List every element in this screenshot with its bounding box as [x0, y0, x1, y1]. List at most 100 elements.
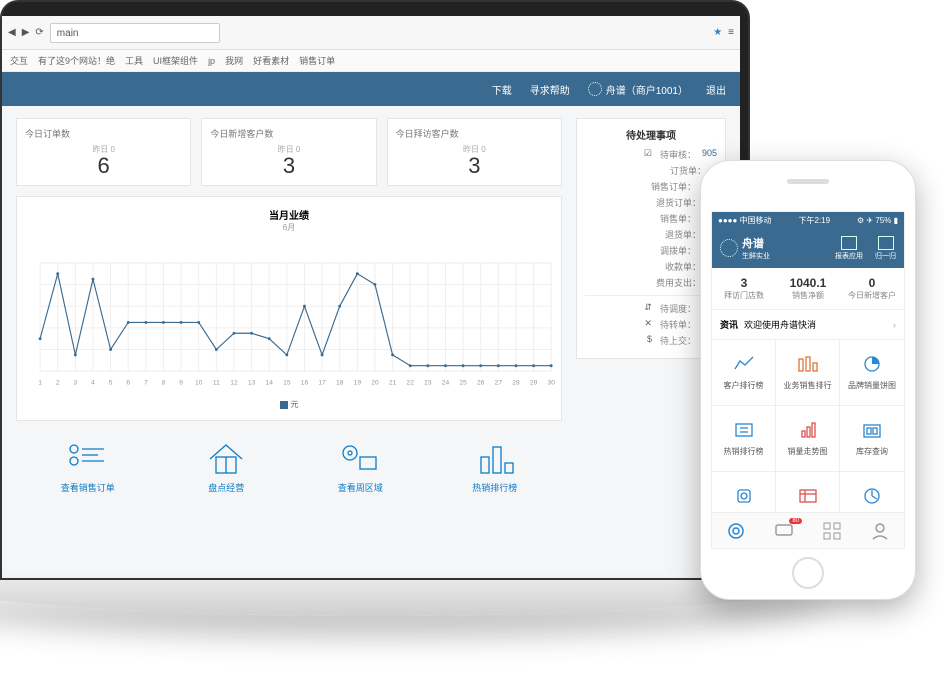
address-bar[interactable]: main [50, 23, 220, 43]
svg-text:5: 5 [109, 379, 113, 386]
bookmark[interactable]: UI框架组件 [153, 54, 198, 67]
svg-text:22: 22 [407, 379, 415, 386]
stat-card-orders: 今日订单数 昨日 0 6 [16, 118, 191, 186]
bookmark[interactable]: 好看素材 [253, 54, 289, 67]
svg-text:1: 1 [38, 379, 42, 386]
chart-title: 当月业绩 [23, 207, 555, 222]
phone-function-grid: 客户排行榜业务销售排行品牌销量饼图热销排行榜销量走势图库存查询商品档案客户档案收… [712, 340, 904, 538]
submit-icon: $ [647, 334, 652, 347]
svg-text:13: 13 [248, 379, 256, 386]
news-tag: 资讯 [720, 318, 738, 331]
svg-text:7: 7 [144, 379, 148, 386]
reload-icon[interactable]: ⟳ [35, 27, 43, 38]
bookmark[interactable]: 工具 [125, 54, 143, 67]
svg-text:8: 8 [162, 379, 166, 386]
grid-icon [861, 420, 883, 440]
stat-card-new-customers: 今日新增客户数 昨日 0 3 [201, 118, 376, 186]
phone-grid-客户排行榜[interactable]: 客户排行榜 [712, 340, 776, 406]
list-icon [68, 443, 108, 475]
grid-icon [797, 486, 819, 506]
transfer-icon: ✕ [644, 318, 652, 331]
menu-icon[interactable]: ≡ [728, 27, 734, 38]
shortcut-row: 查看销售订单 盘点经营 查看周区域 热销排行榜 [16, 441, 562, 494]
svg-text:4: 4 [91, 379, 95, 386]
svg-text:24: 24 [442, 379, 450, 386]
chat-icon [774, 521, 794, 541]
report-icon [841, 236, 857, 250]
star-icon[interactable]: ★ [713, 27, 722, 38]
svg-text:30: 30 [548, 379, 555, 386]
svg-text:6: 6 [126, 379, 130, 386]
svg-text:11: 11 [213, 379, 220, 386]
bookmark[interactable]: 有了这9个网站！绝 [38, 54, 115, 67]
badge: 80 [789, 518, 802, 524]
bookmarks-bar: 交互 有了这9个网站！绝 工具 UI框架组件 jp 我网 好看素材 销售订单 [2, 50, 740, 72]
svg-text:19: 19 [354, 379, 362, 386]
header-action-scan[interactable]: 归一归 [875, 236, 896, 261]
svg-text:18: 18 [336, 379, 344, 386]
phone-header: 舟谱 生鲜实业 报表应用 归一归 [712, 228, 904, 268]
brand-logo-icon [720, 239, 738, 257]
home-icon [726, 521, 746, 541]
tab-messages[interactable]: 80 [774, 521, 794, 541]
phone-status-bar: ●●●● 中国移动 下午2:19 ⚙ ✈ 75% ▮ [712, 212, 904, 228]
svg-text:26: 26 [477, 379, 485, 386]
nav-forward-icon[interactable]: ▶ [22, 27, 30, 38]
shortcut-view-orders[interactable]: 查看销售订单 [61, 441, 115, 494]
phone-grid-热销排行榜[interactable]: 热销排行榜 [712, 406, 776, 472]
bar-chart-icon [475, 443, 515, 475]
monthly-performance-chart: 当月业绩 6月 12345678910111213141516171819202… [16, 196, 562, 421]
svg-text:23: 23 [424, 379, 432, 386]
target-icon [340, 443, 380, 475]
nav-download[interactable]: 下载 [492, 82, 512, 97]
nav-logout[interactable]: 退出 [706, 82, 726, 97]
nav-back-icon[interactable]: ◀ [8, 27, 16, 38]
grid-icon [797, 420, 819, 440]
svg-text:3: 3 [73, 379, 77, 386]
tab-apps[interactable] [822, 521, 842, 541]
svg-text:2: 2 [56, 379, 60, 386]
svg-text:10: 10 [195, 379, 203, 386]
phone-grid-库存查询[interactable]: 库存查询 [840, 406, 904, 472]
laptop-frame: ◀ ▶ ⟳ main ★ ≡ 交互 有了这9个网站！绝 工具 UI框架组件 jp… [0, 0, 750, 630]
phone-grid-品牌销量饼图[interactable]: 品牌销量饼图 [840, 340, 904, 406]
shortcut-weekly-region[interactable]: 查看周区域 [338, 441, 383, 494]
phone-frame: ●●●● 中国移动 下午2:19 ⚙ ✈ 75% ▮ 舟谱 生鲜实业 报表应用 … [700, 160, 916, 600]
phone-stat-sales[interactable]: 1040.1销售净额 [776, 268, 840, 309]
phone-stat-new-customers[interactable]: 0今日新增客户 [840, 268, 904, 309]
brand-subtitle: 生鲜实业 [742, 251, 770, 261]
tab-home[interactable] [726, 521, 746, 541]
svg-text:14: 14 [266, 379, 274, 386]
svg-text:25: 25 [459, 379, 467, 386]
phone-grid-业务销售排行[interactable]: 业务销售排行 [776, 340, 840, 406]
bookmark[interactable]: 销售订单 [299, 54, 335, 67]
grid-icon [733, 354, 755, 374]
brand-name: 舟谱 [742, 235, 770, 251]
bookmark[interactable]: 交互 [10, 54, 28, 67]
nav-help[interactable]: 寻求帮助 [530, 82, 570, 97]
shortcut-hot-ranking[interactable]: 热销排行榜 [472, 441, 517, 494]
tab-profile[interactable] [870, 521, 890, 541]
phone-news-bar[interactable]: 资讯 欢迎使用舟谱快消 › [712, 310, 904, 340]
grid-icon [797, 354, 819, 374]
user-icon [870, 521, 890, 541]
bookmark[interactable]: jp [208, 56, 215, 66]
house-icon [206, 443, 246, 475]
phone-grid-销量走势图[interactable]: 销量走势图 [776, 406, 840, 472]
svg-text:28: 28 [512, 379, 520, 386]
phone-home-button[interactable] [792, 557, 824, 589]
svg-text:16: 16 [301, 379, 309, 386]
header-action-report[interactable]: 报表应用 [835, 236, 863, 261]
globe-icon [588, 82, 602, 96]
shortcut-inventory[interactable]: 盘点经营 [204, 441, 248, 494]
phone-stat-visits[interactable]: 3拜访门店数 [712, 268, 776, 309]
scan-icon [878, 236, 894, 250]
signal-icon: ●●●● [718, 216, 737, 225]
nav-user[interactable]: 舟谱（商户1001） [588, 82, 688, 97]
bookmark[interactable]: 我网 [225, 54, 243, 67]
svg-text:27: 27 [495, 379, 503, 386]
phone-stats-row: 3拜访门店数 1040.1销售净额 0今日新增客户 [712, 268, 904, 310]
phone-tab-bar: 80 [712, 512, 904, 548]
grid-icon [861, 486, 883, 506]
browser-toolbar: ◀ ▶ ⟳ main ★ ≡ [2, 16, 740, 50]
